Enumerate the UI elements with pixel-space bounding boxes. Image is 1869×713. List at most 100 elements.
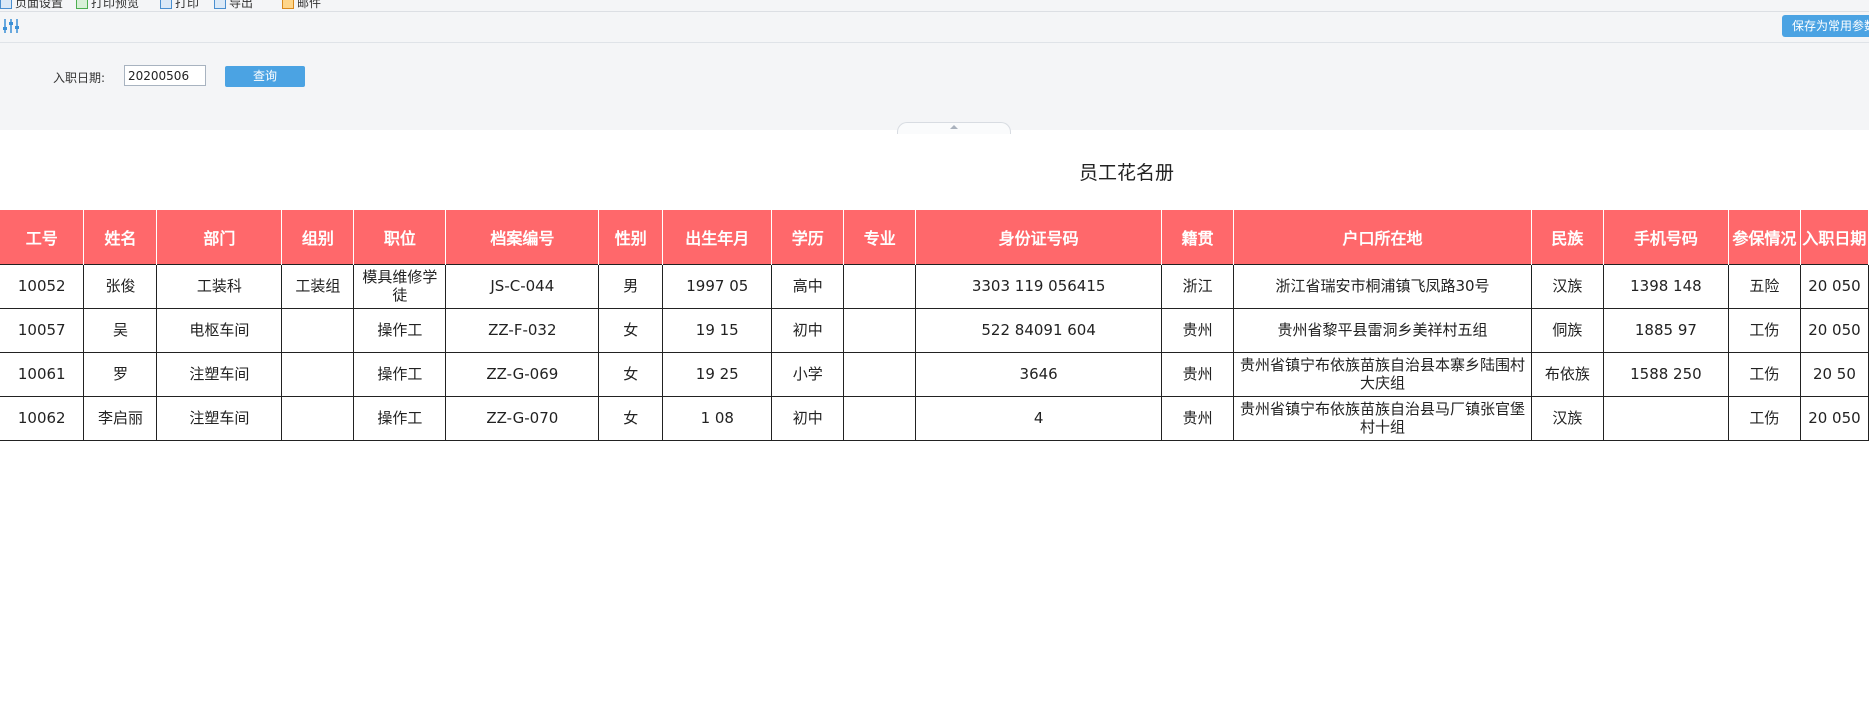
table-cell: 20 50 [1800, 352, 1869, 397]
table-cell: 19 15 [662, 308, 773, 353]
column-header: 手机号码 [1603, 210, 1729, 264]
print-preview-icon [76, 0, 88, 9]
table-cell: 初中 [771, 308, 845, 353]
table-cell: 浙江省瑞安市桐浦镇飞凤路30号 [1233, 263, 1532, 309]
print-preview-button[interactable]: 打印预览 [76, 0, 139, 11]
print-preview-label: 打印预览 [91, 0, 140, 10]
table-cell: 贵州省黎平县雷洞乡美祥村五组 [1233, 308, 1532, 353]
table-cell: 浙江 [1161, 263, 1235, 309]
toolbar: 页面设置 打印预览 打印 导出 邮件 [0, 0, 1869, 12]
table-body: 10052 张俊 工装科 工装组 模具维修学徒 JS-C-044 男 1997 05 高中 330… [0, 263, 1869, 441]
report-title: 员工花名册 [1079, 162, 1175, 184]
mail-button[interactable]: 邮件 [282, 0, 321, 11]
table-cell: 贵州省镇宁布依族苗族自治县马厂镇张官堡村十组 [1233, 396, 1532, 441]
export-icon [214, 0, 226, 9]
table-cell: 19 25 [662, 352, 773, 397]
table-cell [843, 396, 917, 441]
page-setup-button[interactable]: 页面设置 [0, 0, 63, 11]
column-header: 姓名 [83, 210, 158, 264]
table-cell: 女 [598, 396, 664, 441]
table-cell: ZZ-G-070 [445, 396, 600, 441]
table-row: 10052 张俊 工装科 工装组 模具维修学徒 JS-C-044 男 1997 05 高中 330… [0, 263, 1869, 309]
table-cell: 高中 [771, 263, 845, 309]
table-cell: 小学 [771, 352, 845, 397]
table-cell: 注塑车间 [156, 352, 283, 397]
employee-roster-table: 工号 姓名 部门 组别 职位 档案编号 性别 出生年月 学历 专业 身份证号码 籍贯 户口所在地 民族 手机… [0, 210, 1869, 441]
column-header: 学历 [771, 210, 845, 264]
table-cell: 10062 [0, 396, 85, 441]
table-cell: 女 [598, 352, 664, 397]
table-cell: 操作工 [353, 352, 447, 397]
table-cell: 电枢车间 [156, 308, 283, 353]
table-cell: JS-C-044 [445, 263, 600, 309]
print-label: 打印 [175, 0, 200, 10]
page-setup-icon [0, 0, 12, 9]
table-cell: 李启丽 [83, 396, 158, 441]
column-header: 部门 [156, 210, 283, 264]
table-cell [1603, 396, 1729, 441]
table-row: 10061 罗注塑车间 操作工 ZZ-G-069 女 19 25 小学 3646 贵州 贵州省镇宁… [0, 352, 1869, 397]
table-cell: 3303 119 056415 [915, 263, 1163, 309]
table-cell: 操作工 [353, 396, 447, 441]
table-cell: 贵州省镇宁布依族苗族自治县本寨乡陆围村大庆组 [1233, 352, 1532, 397]
column-header: 籍贯 [1161, 210, 1235, 264]
table-cell: 男 [598, 263, 664, 309]
table-cell: 工伤 [1728, 352, 1801, 397]
table-cell: 贵州 [1161, 308, 1235, 353]
table-header-row: 工号 姓名 部门 组别 职位 档案编号 性别 出生年月 学历 专业 身份证号码 籍贯 户口所在地 民族 手机… [0, 210, 1869, 264]
column-header: 出生年月 [662, 210, 773, 264]
table-cell: ZZ-F-032 [445, 308, 600, 353]
column-header: 户口所在地 [1233, 210, 1532, 264]
column-header: 民族 [1531, 210, 1604, 264]
collapse-up-icon [950, 125, 958, 129]
page-setup-label: 页面设置 [15, 0, 64, 10]
query-button[interactable]: 查询 [225, 66, 305, 87]
table-cell: 操作工 [353, 308, 447, 353]
table-cell: 10057 [0, 308, 85, 353]
column-header: 性别 [598, 210, 664, 264]
table-cell: 10052 [0, 263, 85, 309]
column-header: 档案编号 [445, 210, 600, 264]
table-cell: 工伤 [1728, 308, 1801, 353]
parameter-panel: 入职日期: 查询 [0, 43, 1869, 130]
table-cell [843, 308, 917, 353]
column-header: 组别 [281, 210, 355, 264]
table-cell: 张俊 [83, 263, 158, 309]
table-cell: 3646 [915, 352, 1163, 397]
table-cell: 模具维修学徒 [353, 263, 447, 309]
table-cell: 1398 148 [1603, 263, 1729, 309]
table-cell: 汉族 [1531, 396, 1604, 441]
column-header: 入职日期 [1800, 210, 1869, 264]
hire-date-label: 入职日期: [53, 71, 106, 85]
table-cell: 五险 [1728, 263, 1801, 309]
table-cell: 4 [915, 396, 1163, 441]
parameter-header: 保存为常用参数 [0, 12, 1869, 43]
mail-icon [282, 0, 294, 9]
print-button[interactable]: 打印 [160, 0, 199, 11]
table-cell [843, 352, 917, 397]
export-button[interactable]: 导出 [214, 0, 253, 11]
table-cell: 工装科 [156, 263, 283, 309]
column-header: 职位 [353, 210, 447, 264]
hire-date-input[interactable] [124, 65, 206, 86]
table-cell: 贵州 [1161, 396, 1235, 441]
table-cell: 汉族 [1531, 263, 1604, 309]
table-cell [281, 352, 355, 397]
print-icon [160, 0, 172, 9]
table-cell: 罗 [83, 352, 158, 397]
save-common-params-button[interactable]: 保存为常用参数 [1782, 15, 1869, 37]
filter-settings-icon[interactable] [0, 15, 22, 37]
column-header: 身份证号码 [915, 210, 1163, 264]
collapse-panel-toggle[interactable] [897, 122, 1011, 134]
table-cell: 女 [598, 308, 664, 353]
table-cell: 初中 [771, 396, 845, 441]
table-cell: 1885 97 [1603, 308, 1729, 353]
table-cell: 吴 [83, 308, 158, 353]
table-cell: 10061 [0, 352, 85, 397]
table-cell: 1588 250 [1603, 352, 1729, 397]
table-cell: 20 050 [1800, 263, 1869, 309]
column-header: 工号 [0, 210, 85, 264]
table-cell: 贵州 [1161, 352, 1235, 397]
table-cell: 工装组 [281, 263, 355, 309]
table-cell: 布依族 [1531, 352, 1604, 397]
